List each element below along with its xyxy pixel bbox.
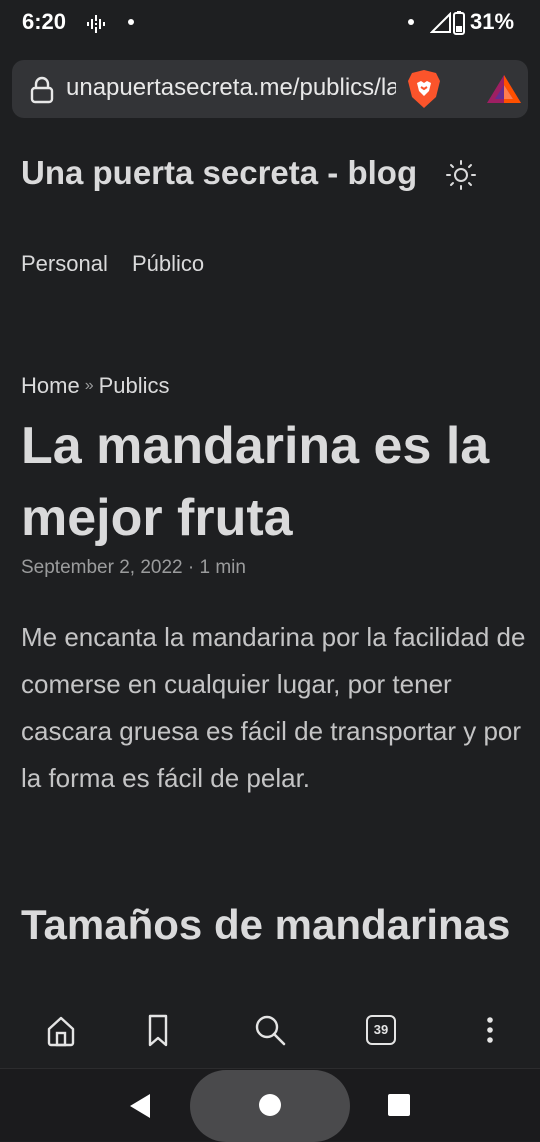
address-bar[interactable]: unapuertasecreta.me/publics/la-mandarina [12, 60, 528, 118]
home-icon[interactable] [45, 1013, 85, 1049]
breadcrumb-separator: » [84, 377, 94, 394]
system-navigation-bar [0, 1068, 540, 1142]
bookmark-icon[interactable] [147, 1013, 187, 1049]
more-menu-icon[interactable] [470, 1013, 510, 1049]
section-heading: Tamaños de mandarinas [21, 901, 511, 948]
home-dot-icon[interactable] [259, 1094, 281, 1116]
site-nav: Personal Público [21, 251, 222, 277]
signal-icon [430, 12, 451, 33]
browser-toolbar: 39 [0, 997, 540, 1067]
breadcrumb-publics[interactable]: Publics [99, 373, 170, 398]
status-bar: 6:20 31% [0, 0, 540, 48]
search-icon[interactable] [253, 1013, 293, 1049]
brave-shield-icon[interactable] [407, 69, 441, 109]
tab-count[interactable]: 39 [366, 1015, 396, 1045]
nav-item-publico[interactable]: Público [132, 251, 204, 276]
battery-percentage: 31% [470, 9, 515, 34]
sun-icon[interactable] [445, 159, 477, 191]
breadcrumb: Home» Publics [21, 373, 170, 399]
battery-icon [453, 11, 465, 35]
post-body: Me encanta la mandarina por la facilidad… [21, 622, 526, 793]
recents-icon[interactable] [388, 1094, 410, 1116]
nav-item-personal[interactable]: Personal [21, 251, 108, 276]
post-meta: September 2, 2022 · 1 min [21, 557, 246, 578]
podcast-icon [87, 15, 105, 33]
status-time: 6:20 [22, 9, 67, 34]
breadcrumb-home[interactable]: Home [21, 373, 80, 398]
back-icon[interactable] [128, 1093, 152, 1119]
url-text[interactable]: unapuertasecreta.me/publics/la-mandarina [66, 74, 396, 104]
tabs-icon[interactable]: 39 [366, 1015, 406, 1051]
notification-dot [128, 19, 134, 25]
bat-rewards-icon[interactable] [486, 74, 522, 104]
site-title[interactable]: Una puerta secreta - blog [21, 154, 417, 192]
post-title: La mandarina es la mejor fruta [21, 417, 490, 547]
lock-icon[interactable] [30, 76, 54, 104]
wifi-dot [408, 19, 414, 25]
